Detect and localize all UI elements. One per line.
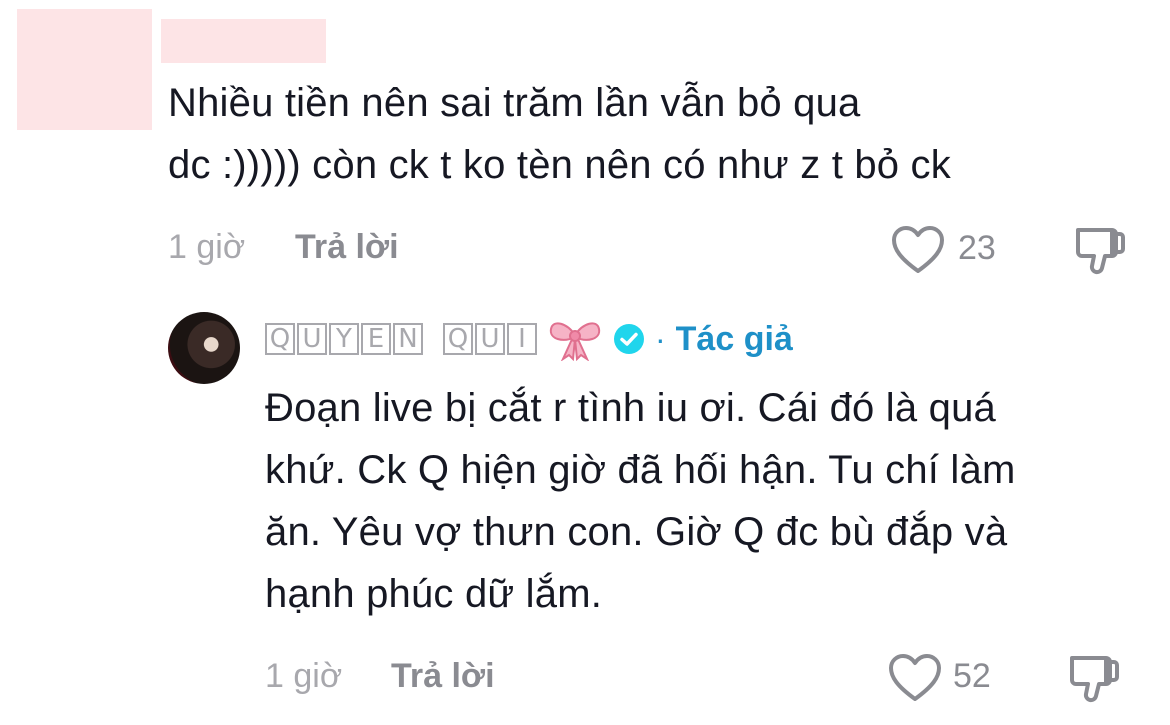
redacted-avatar bbox=[17, 9, 152, 130]
reply-text-line: hạnh phúc dữ lắm. bbox=[265, 572, 603, 616]
reply-text-line: ăn. Yêu vợ thưn con. Giờ Q đc bù đắp và bbox=[265, 510, 1008, 554]
author-name-char: E bbox=[361, 323, 391, 355]
comment-text: Nhiều tiền nên sai trăm lần vẫn bỏ qua d… bbox=[168, 72, 1128, 196]
thumbs-down-outline-icon bbox=[1070, 656, 1119, 703]
author-separator: · bbox=[655, 320, 666, 357]
comment-dislike-button[interactable] bbox=[1072, 222, 1128, 278]
author-row: Q U Y E N Q U I · Tác giả bbox=[265, 315, 793, 363]
heart-outline-icon bbox=[889, 654, 941, 701]
author-name-char: U bbox=[297, 323, 327, 355]
comment-text-line: dc :))))) còn ck t ko tèn nên có như z t… bbox=[168, 143, 951, 187]
author-name-char: I bbox=[507, 323, 537, 355]
author-name-char: U bbox=[475, 323, 505, 355]
author-avatar[interactable] bbox=[168, 312, 240, 384]
pink-bow-icon bbox=[547, 317, 603, 362]
author-name-char: Y bbox=[329, 323, 359, 355]
reply-like-count: 52 bbox=[953, 657, 991, 695]
comment-text-line: Nhiều tiền nên sai trăm lần vẫn bỏ qua bbox=[168, 81, 861, 125]
reply-text-line: Đoạn live bị cắt r tình iu ơi. Cái đó là… bbox=[265, 386, 996, 430]
reply-like-button[interactable] bbox=[887, 652, 943, 704]
comment-timestamp: 1 giờ bbox=[168, 228, 246, 266]
author-badge-label: Tác giả bbox=[675, 319, 793, 358]
author-name[interactable]: Q U Y E N Q U I bbox=[265, 323, 537, 355]
reply-timestamp: 1 giờ bbox=[265, 657, 343, 695]
comment-like-button[interactable] bbox=[890, 224, 946, 276]
reply-text-line: khứ. Ck Q hiện giờ đã hối hận. Tu chí là… bbox=[265, 448, 1016, 492]
author-name-char: Q bbox=[443, 323, 473, 355]
author-name-space bbox=[425, 323, 441, 355]
author-name-char: Q bbox=[265, 323, 295, 355]
reply-dislike-button[interactable] bbox=[1066, 650, 1122, 706]
comment-reply-button[interactable]: Trả lời bbox=[295, 228, 399, 267]
reply-reply-button[interactable]: Trả lời bbox=[391, 657, 495, 696]
reply-text: Đoạn live bị cắt r tình iu ơi. Cái đó là… bbox=[265, 377, 1145, 625]
thumbs-down-outline-icon bbox=[1076, 228, 1125, 275]
heart-outline-icon bbox=[892, 226, 944, 273]
verified-badge-icon bbox=[613, 323, 645, 355]
redacted-username bbox=[161, 19, 326, 63]
author-name-char: N bbox=[393, 323, 423, 355]
comment-like-count: 23 bbox=[958, 229, 996, 267]
